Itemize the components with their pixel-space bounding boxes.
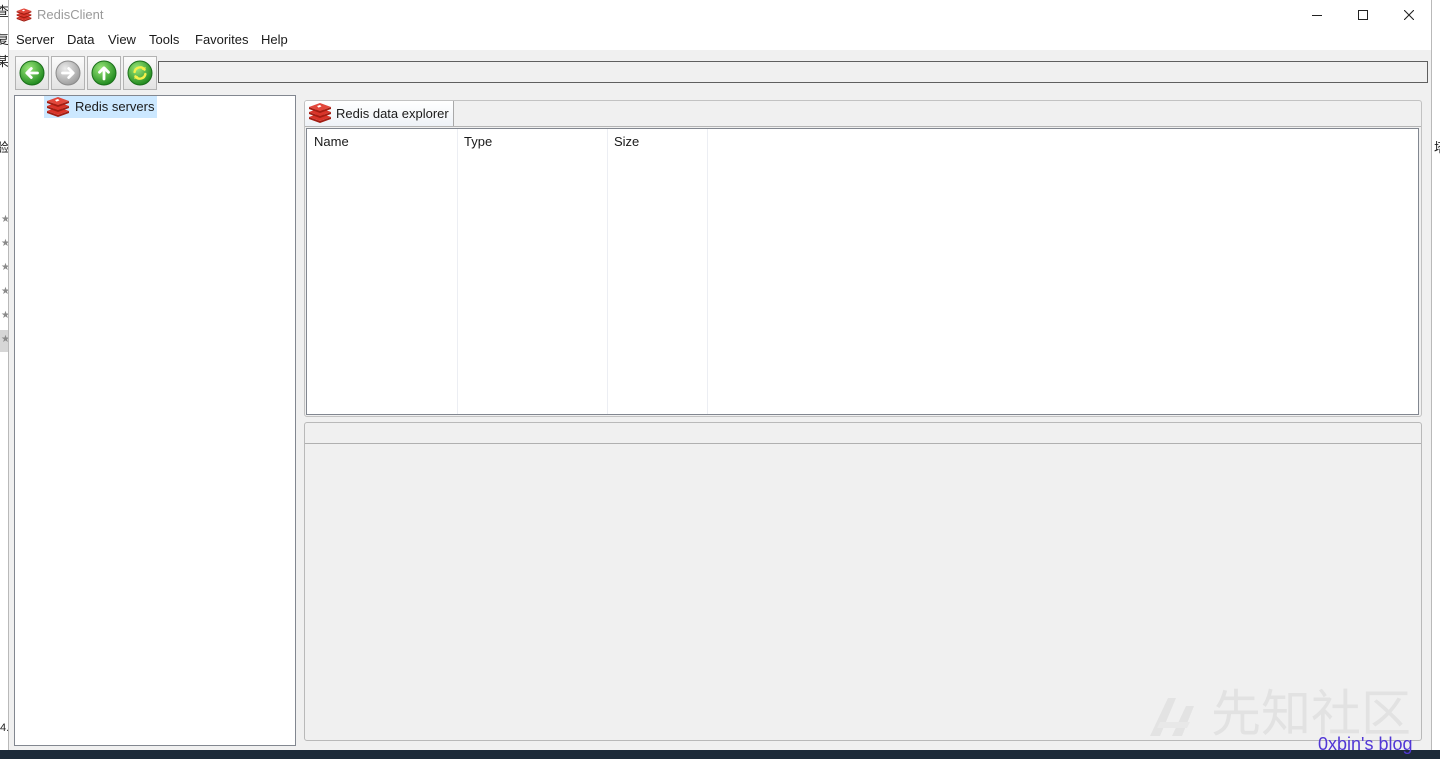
menu-tools[interactable]: Tools: [149, 30, 179, 50]
maximize-icon: [1358, 10, 1368, 20]
background-text: 复: [0, 32, 8, 47]
taskbar: [0, 750, 1440, 759]
maximize-button[interactable]: [1340, 0, 1386, 30]
explorer-panel: Redis data explorer Name Type Size: [304, 100, 1422, 417]
column-header-name[interactable]: Name: [314, 134, 349, 150]
server-tree: Redis servers: [14, 95, 296, 746]
star-icon: ★: [1, 334, 8, 345]
close-icon: [1404, 10, 1414, 20]
menu-data[interactable]: Data: [67, 30, 94, 50]
minimize-button[interactable]: [1294, 0, 1340, 30]
data-table[interactable]: Name Type Size: [306, 128, 1419, 415]
menu-favorites[interactable]: Favorites: [195, 30, 248, 50]
menu-help[interactable]: Help: [261, 30, 288, 50]
column-header-size[interactable]: Size: [614, 134, 639, 150]
star-icon: ★: [1, 310, 8, 321]
address-input[interactable]: [158, 61, 1428, 83]
table-body: [307, 153, 1418, 414]
forward-arrow-icon: [55, 60, 81, 86]
tab-strip: Redis data explorer: [305, 101, 1421, 127]
background-text: 4.: [0, 722, 8, 734]
minimize-icon: [1312, 15, 1322, 16]
background-text: 塔: [1434, 140, 1440, 156]
tree-item-redis-servers[interactable]: Redis servers: [44, 96, 157, 118]
menu-server[interactable]: Server: [16, 30, 54, 50]
background-text: 查: [0, 4, 8, 19]
blog-watermark: 0xbin's blog: [1318, 734, 1413, 754]
back-arrow-icon: [19, 60, 45, 86]
background-window-left-edge: 查 复 某 验 ★ ★ ★ ★ ★ ★ 4.: [0, 0, 8, 750]
redis-icon: [16, 7, 32, 23]
refresh-button[interactable]: [123, 56, 157, 90]
menu-bar: Server Data View Tools Favorites Help: [9, 30, 1431, 50]
column-header-type[interactable]: Type: [464, 134, 492, 150]
tree-item-label: Redis servers: [75, 99, 155, 114]
star-icon: ★: [1, 238, 8, 249]
tab-redis-data-explorer[interactable]: Redis data explorer: [305, 101, 454, 126]
refresh-icon: [127, 60, 153, 86]
background-text: 某: [0, 54, 8, 69]
star-icon: ★: [1, 286, 8, 297]
redis-icon: [46, 97, 70, 117]
watermark-logo: [1150, 698, 1194, 736]
back-button[interactable]: [15, 56, 49, 90]
background-window-right-edge: 塔: [1432, 0, 1440, 750]
background-text: 验: [0, 140, 8, 155]
tab-label: Redis data explorer: [336, 106, 449, 121]
detail-panel-header: [305, 423, 1421, 444]
star-icon: ★: [1, 262, 8, 273]
up-arrow-icon: [91, 60, 117, 86]
star-icon: ★: [1, 214, 8, 225]
redis-icon: [308, 103, 332, 123]
redisclient-window: RedisClient Server Data View Tools Favor…: [8, 0, 1432, 750]
window-title: RedisClient: [37, 7, 104, 22]
close-button[interactable]: [1386, 0, 1432, 30]
up-button[interactable]: [87, 56, 121, 90]
forward-button[interactable]: [51, 56, 85, 90]
menu-view[interactable]: View: [108, 30, 136, 50]
title-bar[interactable]: RedisClient: [9, 0, 1431, 30]
